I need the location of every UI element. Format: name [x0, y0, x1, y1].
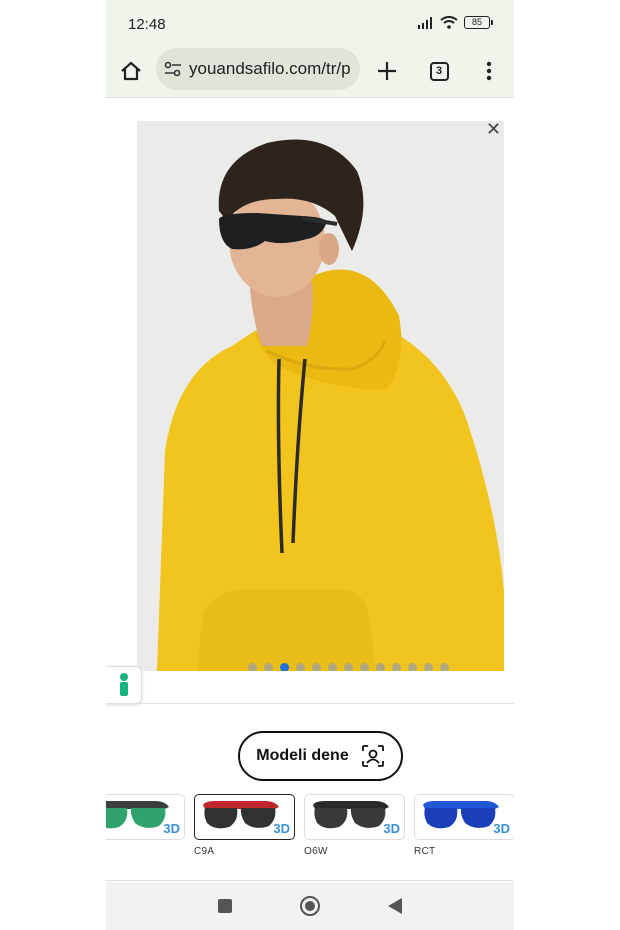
carousel-dot[interactable]: [280, 663, 289, 671]
new-tab-button[interactable]: [370, 54, 404, 88]
home-nav-button[interactable]: [299, 895, 321, 917]
try-on-label: Modeli dene: [256, 747, 349, 764]
tab-switcher-button[interactable]: 3: [422, 54, 456, 88]
carousel-dot[interactable]: [440, 663, 449, 671]
page-content: ✕ Modeli dene 3D 3D C9A 3D O6W 3D RCT: [106, 99, 514, 882]
variant-thumbnail[interactable]: 3D: [304, 794, 405, 840]
more-vert-icon: [486, 61, 492, 81]
tab-count: 3: [429, 61, 449, 81]
variant-thumbnail[interactable]: 3D: [414, 794, 514, 840]
carousel-dot[interactable]: [408, 663, 417, 671]
carousel-dot[interactable]: [296, 663, 305, 671]
battery-icon: 85: [464, 16, 493, 29]
site-settings-icon: [164, 61, 181, 77]
url-text: youandsafilo.com/tr/p: [189, 59, 351, 78]
carousel-dot[interactable]: [392, 663, 401, 671]
home-button[interactable]: [114, 54, 148, 88]
sunglasses-image: [423, 801, 499, 829]
carousel-dot[interactable]: [360, 663, 369, 671]
home-icon: [121, 61, 141, 81]
variant-code: O6W: [304, 846, 328, 857]
recent-apps-button[interactable]: [217, 898, 233, 914]
address-bar[interactable]: youandsafilo.com/tr/p: [156, 48, 360, 90]
carousel-dot[interactable]: [264, 663, 273, 671]
signal-icon: [418, 16, 432, 29]
carousel-dot[interactable]: [424, 663, 433, 671]
menu-button[interactable]: [472, 54, 506, 88]
face-scan-icon: [361, 745, 384, 767]
variant-thumbnail[interactable]: 3D: [194, 794, 295, 840]
carousel-dot[interactable]: [312, 663, 321, 671]
carousel-dots: [248, 663, 449, 671]
variant-code: C9A: [194, 846, 215, 857]
sunglasses-image: [313, 801, 389, 829]
carousel-dot[interactable]: [248, 663, 257, 671]
try-on-button[interactable]: Modeli dene: [238, 731, 403, 781]
product-image[interactable]: [137, 121, 504, 671]
browser-toolbar: youandsafilo.com/tr/p 3: [106, 46, 514, 98]
variant-code: RCT: [414, 846, 436, 857]
wifi-icon: [440, 16, 458, 29]
back-button[interactable]: [387, 897, 403, 915]
carousel-dot[interactable]: [328, 663, 337, 671]
model-wearing-sunglasses-image: [137, 121, 504, 671]
carousel-dot[interactable]: [344, 663, 353, 671]
badge-3d: 3D: [273, 821, 290, 836]
badge-3d: 3D: [493, 821, 510, 836]
status-time: 12:48: [128, 16, 166, 33]
sunglasses-image: [203, 801, 279, 829]
accessibility-icon: [119, 673, 128, 696]
badge-3d: 3D: [383, 821, 400, 836]
system-nav-bar: [106, 882, 514, 930]
status-icons: 85: [418, 16, 493, 29]
accessibility-button[interactable]: [106, 666, 142, 704]
phone-screen: 12:48 85 youandsafilo.com/tr/p 3 ✕ Model…: [106, 0, 514, 930]
divider: [106, 703, 514, 704]
variant-thumbnail[interactable]: 3D: [106, 794, 185, 840]
close-icon[interactable]: ✕: [486, 119, 501, 140]
carousel-dot[interactable]: [376, 663, 385, 671]
status-bar: 12:48 85: [106, 0, 514, 46]
badge-3d: 3D: [163, 821, 180, 836]
plus-icon: [378, 62, 396, 80]
variant-carousel: 3D 3D C9A 3D O6W 3D RCT: [106, 794, 514, 864]
content-bottom-edge: [106, 880, 514, 881]
